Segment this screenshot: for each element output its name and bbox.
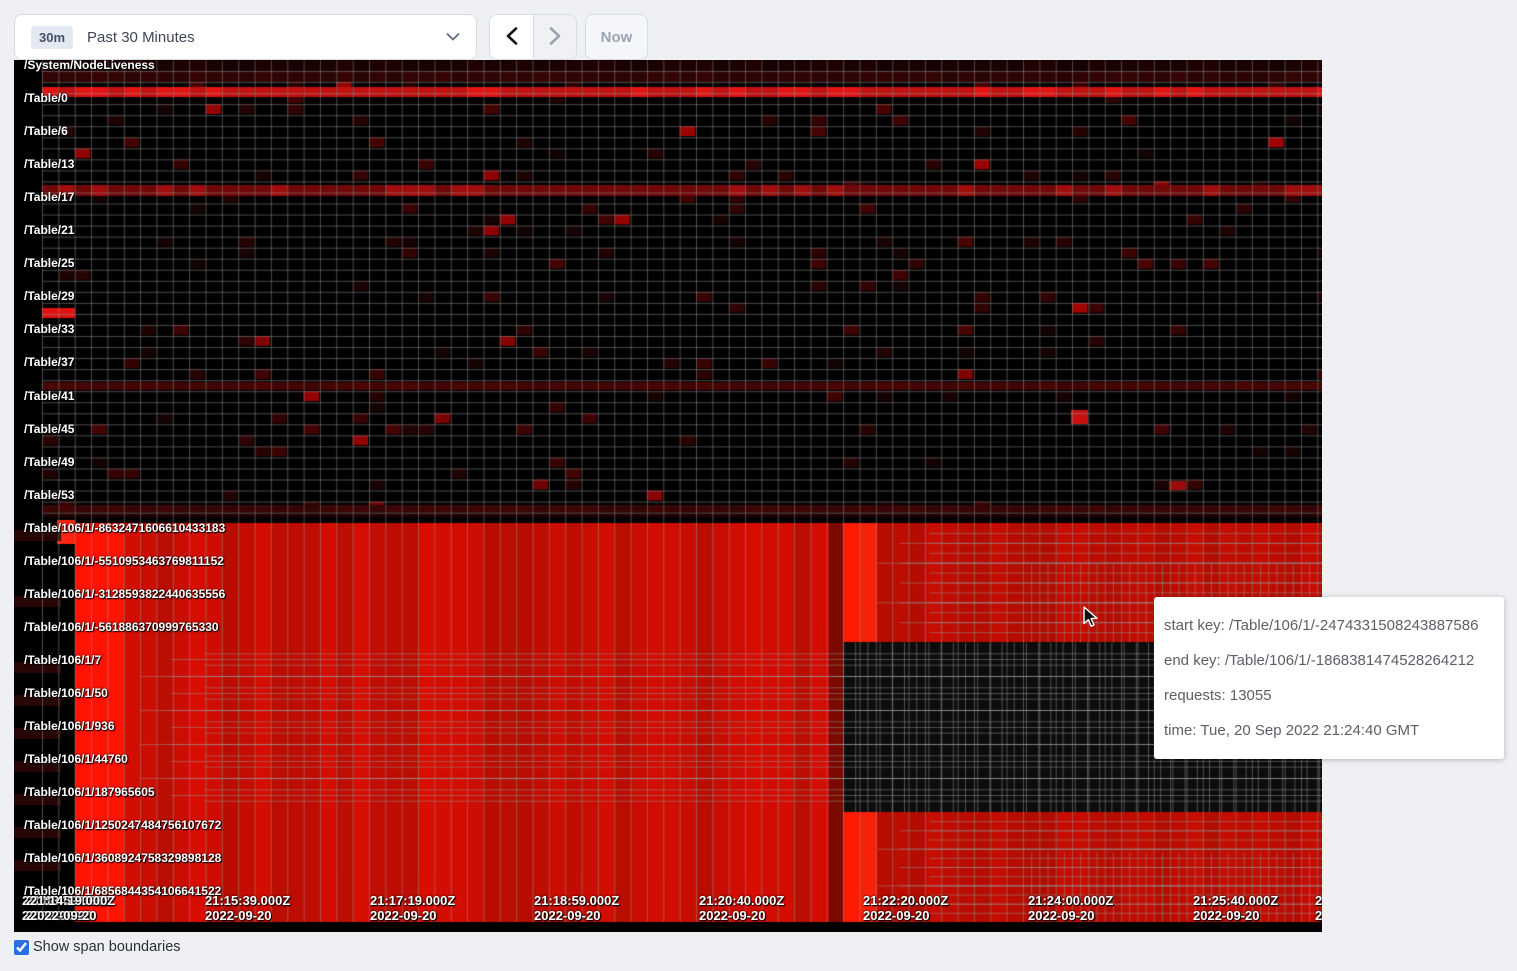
chevron-down-icon	[446, 28, 460, 46]
next-interval-button[interactable]	[533, 15, 576, 59]
show-span-boundaries-label[interactable]: Show span boundaries	[33, 939, 181, 955]
key-visualizer-page: 30m Past 30 Minutes Now /System/NodeLive…	[0, 0, 1517, 971]
chevron-left-icon	[506, 27, 518, 48]
tooltip-start-key: start key: /Table/106/1/-247433150824388…	[1154, 609, 1504, 644]
mouse-cursor-icon	[1083, 606, 1099, 633]
footer: Show span boundaries	[14, 939, 181, 955]
time-range-label: Past 30 Minutes	[87, 29, 446, 46]
heatmap-canvas[interactable]	[14, 60, 1322, 932]
time-range-select[interactable]: 30m Past 30 Minutes	[14, 14, 477, 60]
tooltip-end-key: end key: /Table/106/1/-18683814745282642…	[1154, 644, 1504, 679]
show-span-boundaries-checkbox[interactable]	[14, 940, 29, 955]
tooltip-requests: requests: 13055	[1154, 679, 1504, 714]
toolbar: 30m Past 30 Minutes Now	[14, 14, 648, 60]
tooltip-time: time: Tue, 20 Sep 2022 21:24:40 GMT	[1154, 714, 1504, 749]
chevron-right-icon	[549, 27, 561, 48]
now-button[interactable]: Now	[585, 14, 648, 60]
key-visualizer-heatmap[interactable]: /System/NodeLiveness/Table/0/Table/6/Tab…	[14, 60, 1322, 932]
span-tooltip: start key: /Table/106/1/-247433150824388…	[1154, 597, 1504, 759]
prev-interval-button[interactable]	[490, 15, 533, 59]
duration-badge: 30m	[31, 26, 73, 49]
time-nav-group	[489, 14, 577, 60]
